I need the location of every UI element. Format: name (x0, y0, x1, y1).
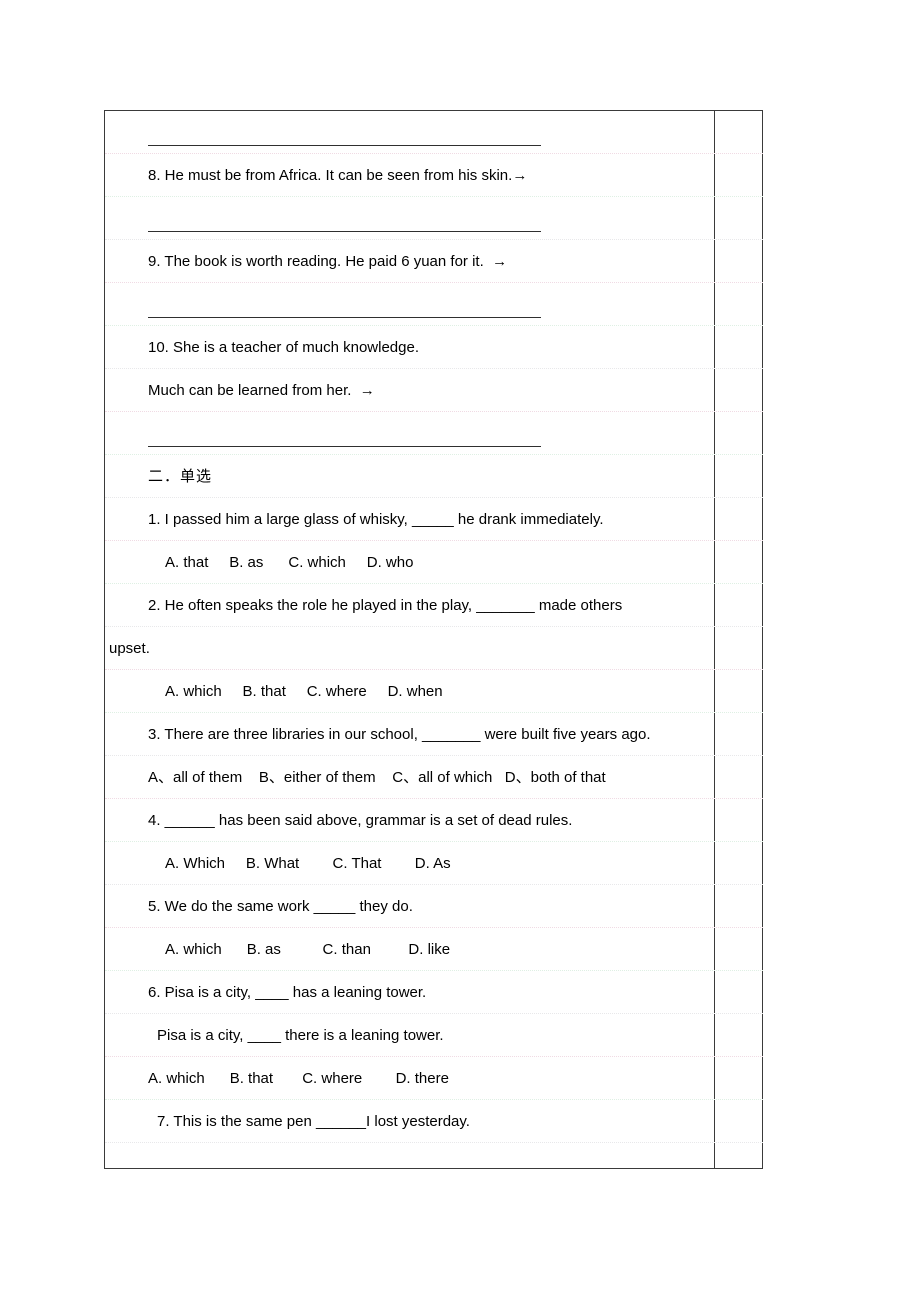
question-2: 2. He often speaks the role he played in… (105, 584, 763, 627)
question-10-line-2-text: Much can be learned from her. → (148, 381, 375, 399)
side-margin-content (715, 111, 762, 1168)
question-list: 8. He must be from Africa. It can be see… (105, 111, 763, 1156)
answer-rule-9 (105, 283, 763, 326)
question-2-options-text: A. which B. that C. where D. when (165, 682, 443, 700)
question-9-text: 9. The book is worth reading. He paid 6 … (148, 252, 508, 270)
question-6-text: 6. Pisa is a city, ____ has a leaning to… (148, 983, 427, 1001)
question-1-text: 1. I passed him a large glass of whisky,… (148, 510, 604, 528)
question-2-continued: upset. (105, 627, 763, 670)
answer-rule-7 (105, 111, 763, 154)
question-10-line-2: Much can be learned from her. → (105, 369, 763, 412)
question-3: 3. There are three libraries in our scho… (105, 713, 763, 756)
question-3-options: A、all of them B、either of them C、all of … (105, 756, 763, 799)
document-page: 8. He must be from Africa. It can be see… (0, 0, 920, 1302)
question-2-continued-text: upset. (109, 639, 150, 657)
question-8-text: 8. He must be from Africa. It can be see… (148, 166, 528, 184)
question-2-text: 2. He often speaks the role he played in… (148, 596, 623, 614)
question-3-text: 3. There are three libraries in our scho… (148, 725, 651, 743)
question-10-text: 10. She is a teacher of much knowledge. (148, 338, 419, 356)
question-4-options: A. Which B. What C. That D. As (105, 842, 763, 885)
question-1: 1. I passed him a large glass of whisky,… (105, 498, 763, 541)
question-5: 5. We do the same work _____ they do. (105, 885, 763, 928)
question-1-options-text: A. that B. as C. which D. who (165, 553, 414, 571)
question-8: 8. He must be from Africa. It can be see… (105, 154, 763, 197)
question-2-options: A. which B. that C. where D. when (105, 670, 763, 713)
section-two-heading: 二．单选 (105, 455, 763, 498)
question-4-options-text: A. Which B. What C. That D. As (165, 854, 451, 872)
answer-blank-line (148, 145, 541, 146)
question-5-options: A. which B. as C. than D. like (105, 928, 763, 971)
question-7: 7. This is the same pen ______I lost yes… (105, 1100, 763, 1143)
question-6-options: A. which B. that C. where D. there (105, 1057, 763, 1100)
main-content-cell: 8. He must be from Africa. It can be see… (104, 110, 763, 1169)
section-two-heading-text: 二．单选 (148, 468, 213, 485)
question-6-options-text: A. which B. that C. where D. there (148, 1069, 449, 1087)
answer-blank-line (148, 231, 541, 232)
question-1-options: A. that B. as C. which D. who (105, 541, 763, 584)
question-6-line-2: Pisa is a city, ____ there is a leaning … (105, 1014, 763, 1057)
worksheet-table: 8. He must be from Africa. It can be see… (104, 110, 763, 1169)
question-4: 4. ______ has been said above, grammar i… (105, 799, 763, 842)
side-margin-cell (714, 110, 763, 1169)
answer-rule-8 (105, 197, 763, 240)
question-5-options-text: A. which B. as C. than D. like (165, 940, 451, 958)
answer-blank-line (148, 446, 541, 447)
question-3-options-text: A、all of them B、either of them C、all of … (148, 768, 606, 786)
question-10: 10. She is a teacher of much knowledge. (105, 326, 763, 369)
question-5-text: 5. We do the same work _____ they do. (148, 897, 413, 915)
question-9: 9. The book is worth reading. He paid 6 … (105, 240, 763, 283)
answer-blank-line (148, 317, 541, 318)
answer-rule-10 (105, 412, 763, 455)
table-row: 8. He must be from Africa. It can be see… (104, 110, 763, 1169)
question-4-text: 4. ______ has been said above, grammar i… (148, 811, 573, 829)
question-6: 6. Pisa is a city, ____ has a leaning to… (105, 971, 763, 1014)
question-7-text: 7. This is the same pen ______I lost yes… (157, 1112, 470, 1130)
question-6-line-2-text: Pisa is a city, ____ there is a leaning … (157, 1026, 444, 1044)
